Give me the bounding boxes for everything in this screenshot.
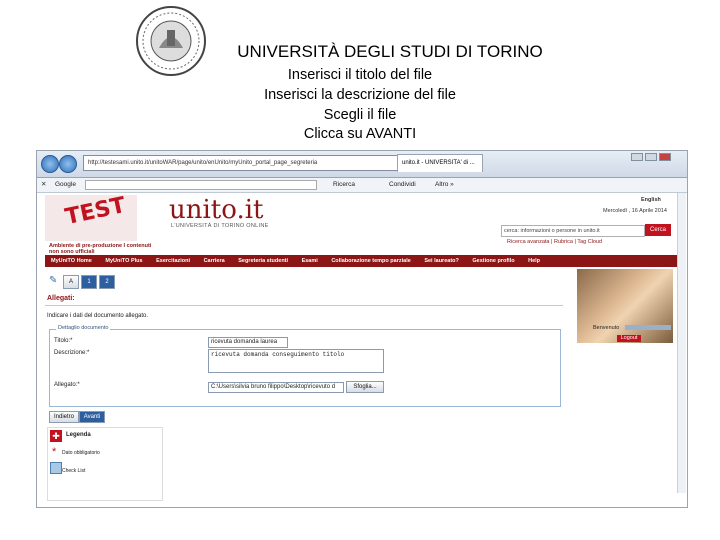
instruction-4: Clicca su AVANTI xyxy=(303,126,417,142)
side-panel: Benvenuto Logout xyxy=(577,269,681,507)
instruction-3: Scegli il file xyxy=(323,107,397,123)
legend-box: ✚ Legenda * Dato obbligatorio Check List xyxy=(47,427,163,501)
google-toolbar: ✕ Google Ricerca Condividi Altro » xyxy=(37,178,687,193)
required-label: Dato obbligatorio xyxy=(62,450,100,456)
maximize-icon[interactable] xyxy=(645,153,657,161)
nav-home[interactable]: MyUniTO Home xyxy=(51,258,92,264)
nav-plus[interactable]: MyUniTO Plus xyxy=(105,258,142,264)
username-placeholder xyxy=(625,325,671,330)
quick-link-advanced[interactable]: Ricerca avanzata xyxy=(507,239,550,245)
nav-profilo[interactable]: Gestione profilo xyxy=(472,258,514,264)
logout-button[interactable]: Logout xyxy=(617,335,641,342)
form-hint: Indicare i dati del documento allegato. xyxy=(47,313,149,319)
legend-title: Legenda xyxy=(66,432,91,438)
fieldset-legend: Dettaglio documento xyxy=(56,325,111,331)
allegato-label: Allegato:* xyxy=(54,382,80,388)
close-icon[interactable] xyxy=(659,153,671,161)
site-search-button[interactable]: Cerca xyxy=(645,224,671,236)
descrizione-label: Descrizione:* xyxy=(54,350,90,356)
welcome-text: Benvenuto xyxy=(593,325,620,331)
nav-collaborazione[interactable]: Collaborazione tempo parziale xyxy=(331,258,410,264)
browser-window: http://testesami.unito.it/unitoWAR/page/… xyxy=(36,150,688,508)
checklist-icon xyxy=(50,462,62,474)
font-size-a-button[interactable]: A xyxy=(63,275,79,289)
close-toolbar-icon[interactable]: ✕ xyxy=(41,180,46,188)
titolo-input[interactable]: ricevuta domanda laurea xyxy=(208,337,288,348)
instruction-1: Inserisci il titolo del file xyxy=(287,67,433,83)
browser-titlebar: http://testesami.unito.it/unitoWAR/page/… xyxy=(37,151,687,178)
font-size-2-button[interactable]: 2 xyxy=(99,275,115,289)
test-stamp: TEST xyxy=(63,192,128,231)
nav-laureato[interactable]: Sei laureato? xyxy=(424,258,459,264)
font-size-1-button[interactable]: 1 xyxy=(81,275,97,289)
site-search-input[interactable]: cerca: informazioni o persone in unito.i… xyxy=(501,225,645,237)
main-nav: MyUniTO Home MyUniTO Plus Esercitazioni … xyxy=(45,255,679,267)
instruction-2: Inserisci la descrizione del file xyxy=(264,87,456,103)
nav-segreteria[interactable]: Segreteria studenti xyxy=(238,258,288,264)
edit-icon: ✎ xyxy=(49,275,58,286)
required-star-icon: * xyxy=(52,446,57,458)
address-bar[interactable]: http://testesami.unito.it/unitoWAR/page/… xyxy=(83,155,399,171)
slide-title: UNIVERSITÀ DEGLI STUDI DI TORINO xyxy=(237,42,543,61)
form-area: ✎ A 1 2 Allegati: Indicare i dati del do… xyxy=(45,273,565,503)
nav-help[interactable]: Help xyxy=(528,258,540,264)
nav-carriera[interactable]: Carriera xyxy=(204,258,225,264)
quick-links: Ricerca avanzata | Rubrica | Tag Cloud xyxy=(507,239,603,245)
back-icon[interactable] xyxy=(41,155,59,173)
scrollbar[interactable] xyxy=(677,193,686,493)
section-title: Allegati: xyxy=(47,295,75,302)
checklist-label[interactable]: Check List xyxy=(62,468,85,474)
google-search-input[interactable] xyxy=(85,180,317,190)
date-text: Mercoledì , 16 Aprile 2014 xyxy=(603,208,667,214)
minimize-icon[interactable] xyxy=(631,153,643,161)
nav-esami[interactable]: Esami xyxy=(302,258,318,264)
preproduction-note: Ambiente di pre-produzione I contenuti n… xyxy=(49,243,152,255)
titolo-label: Titolo:* xyxy=(54,338,73,344)
descrizione-textarea[interactable]: ricevuta domanda conseguimento titolo xyxy=(208,349,384,373)
quick-link-rubrica[interactable]: Rubrica xyxy=(554,239,573,245)
toolbar-ricerca[interactable]: Ricerca xyxy=(333,181,355,188)
next-button[interactable]: Avanti xyxy=(79,411,105,423)
site-brand[interactable]: unito.it xyxy=(169,195,263,225)
allegato-file-input[interactable]: C:\Users\silvia bruno filippo\Desktop\ri… xyxy=(208,382,344,393)
back-button[interactable]: Indietro xyxy=(49,411,79,423)
nav-esercitazioni[interactable]: Esercitazioni xyxy=(156,258,190,264)
forward-icon[interactable] xyxy=(59,155,77,173)
google-label: Google xyxy=(55,181,76,188)
toolbar-condividi[interactable]: Condividi xyxy=(389,181,416,188)
lang-link[interactable]: English xyxy=(641,197,661,203)
toolbar-altro[interactable]: Altro » xyxy=(435,181,454,188)
test-logo: TEST xyxy=(45,192,137,241)
site-brand-sub: L'UNIVERSITÀ DI TORINO ONLINE xyxy=(171,223,269,229)
quick-link-tagcloud[interactable]: Tag Cloud xyxy=(577,239,602,245)
divider xyxy=(45,305,563,306)
legend-icon: ✚ xyxy=(50,430,62,442)
user-photo xyxy=(577,269,673,343)
browser-tab[interactable]: unito.it - UNIVERSITA' di ... xyxy=(397,154,483,172)
browse-button[interactable]: Sfoglia... xyxy=(346,381,384,393)
document-fieldset: Dettaglio documento Titolo:* ricevuta do… xyxy=(49,325,561,407)
